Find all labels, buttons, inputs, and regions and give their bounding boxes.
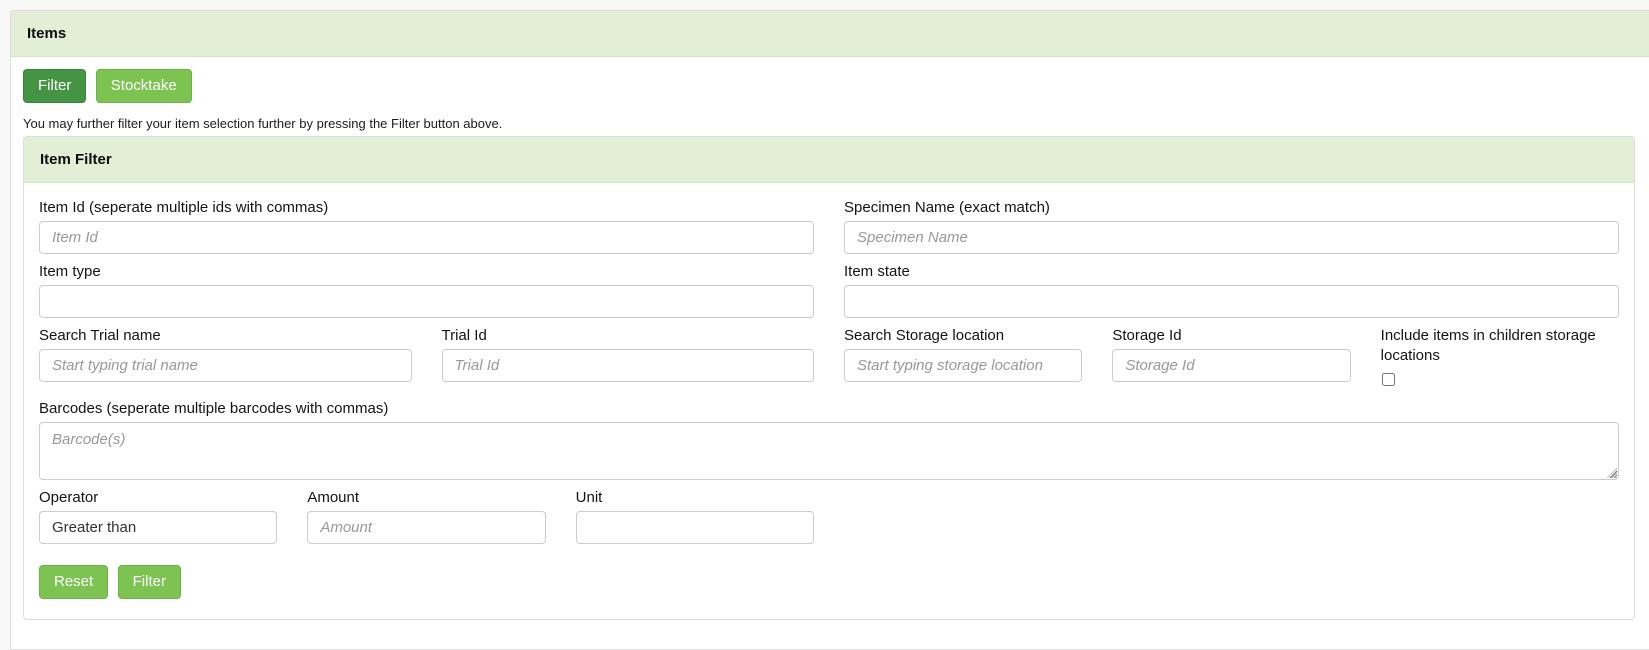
item-state-input[interactable] (844, 285, 1619, 318)
item-type-label: Item type (39, 262, 814, 282)
items-panel-body: Filter Stocktake You may further filter … (11, 57, 1649, 632)
unit-label: Unit (576, 488, 814, 508)
storage-location-input[interactable] (844, 349, 1082, 382)
operator-select[interactable]: Greater than (39, 511, 277, 544)
stocktake-button[interactable]: Stocktake (96, 69, 192, 103)
item-id-label: Item Id (seperate multiple ids with comm… (39, 198, 814, 218)
item-filter-title: Item Filter (24, 137, 1634, 183)
filter-toggle-button[interactable]: Filter (23, 69, 86, 103)
amount-label: Amount (307, 488, 545, 508)
storage-id-label: Storage Id (1112, 326, 1350, 346)
trial-id-label: Trial Id (442, 326, 815, 346)
page-title: Items (11, 11, 1649, 57)
operator-label: Operator (39, 488, 277, 508)
apply-filter-button[interactable]: Filter (118, 565, 181, 599)
trial-name-input[interactable] (39, 349, 412, 382)
trial-name-label: Search Trial name (39, 326, 412, 346)
trial-id-input[interactable] (442, 349, 815, 382)
barcodes-textarea[interactable] (39, 422, 1619, 480)
reset-button[interactable]: Reset (39, 565, 108, 599)
specimen-name-input[interactable] (844, 221, 1619, 254)
item-filter-panel: Item Filter Item Id (seperate multiple i… (23, 136, 1635, 620)
include-children-label: Include items in children storage locati… (1381, 326, 1619, 366)
item-state-label: Item state (844, 262, 1619, 282)
items-panel: Items Filter Stocktake You may further f… (10, 10, 1649, 650)
storage-id-input[interactable] (1112, 349, 1350, 382)
specimen-name-label: Specimen Name (exact match) (844, 198, 1619, 218)
storage-location-label: Search Storage location (844, 326, 1082, 346)
filter-helper-text: You may further filter your item selecti… (23, 116, 1635, 131)
unit-input[interactable] (576, 511, 814, 544)
operator-selected-value: Greater than (52, 519, 136, 536)
amount-input[interactable] (307, 511, 545, 544)
item-type-input[interactable] (39, 285, 814, 318)
filter-actions: Reset Filter (39, 565, 1619, 609)
item-id-input[interactable] (39, 221, 814, 254)
barcodes-label: Barcodes (seperate multiple barcodes wit… (39, 399, 1619, 419)
item-filter-body: Item Id (seperate multiple ids with comm… (24, 183, 1634, 619)
toolbar: Filter Stocktake (23, 69, 1635, 103)
include-children-checkbox[interactable] (1382, 373, 1395, 386)
